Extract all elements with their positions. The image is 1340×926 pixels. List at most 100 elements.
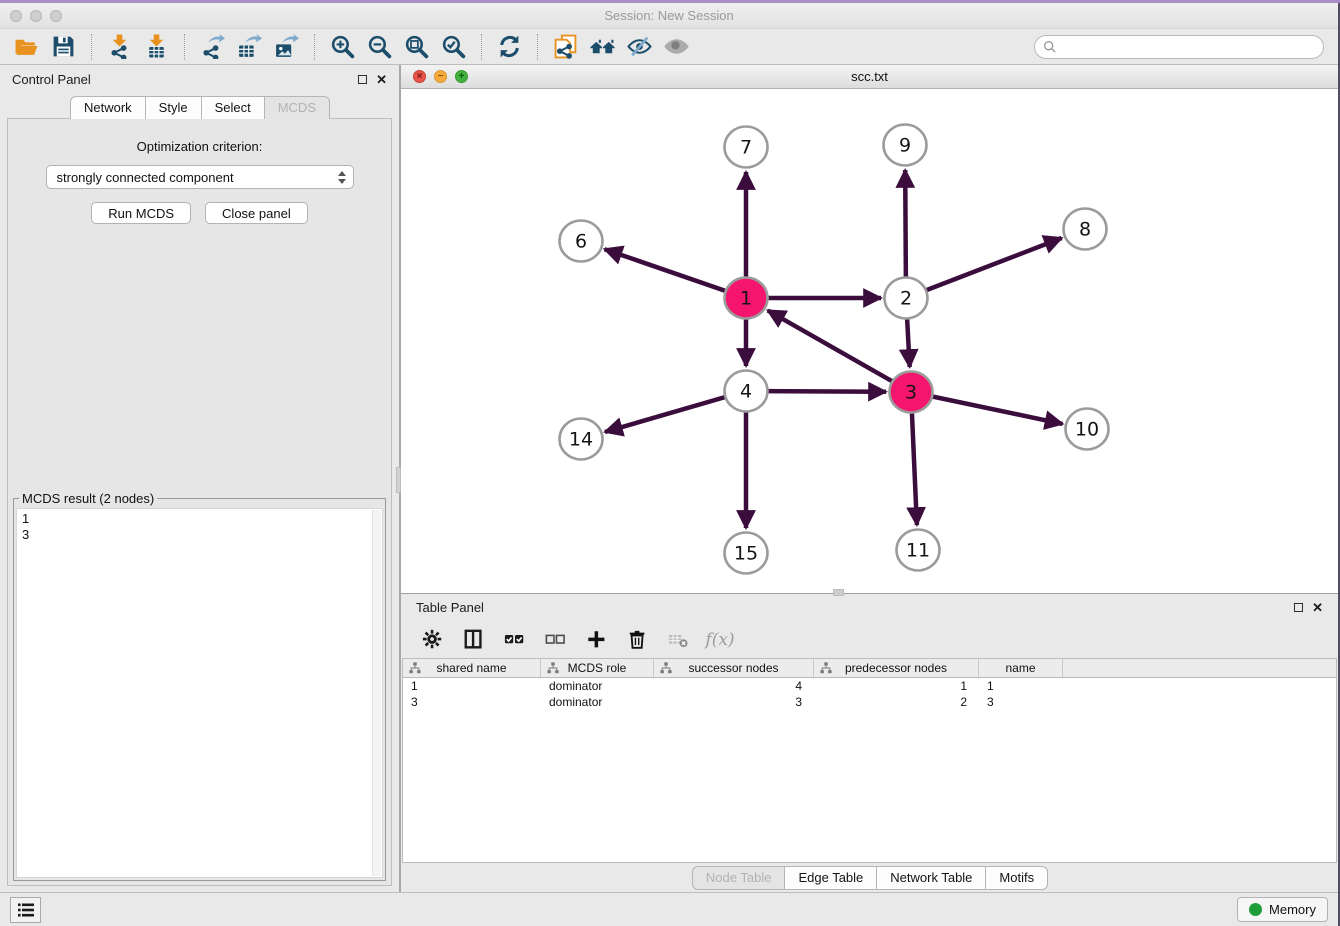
cell-name[interactable]: 1 [979,678,1063,694]
close-panel-icon[interactable]: ✕ [376,73,387,86]
control-tab-mcds[interactable]: MCDS [264,96,330,119]
zoom-fit-button[interactable] [398,32,435,62]
cell-shared-name[interactable]: 3 [403,694,541,710]
node-8[interactable]: 8 [1064,209,1107,250]
cell-predecessor-nodes[interactable]: 1 [814,678,979,694]
toolbar-separator [537,34,538,60]
zoom-out-button[interactable] [361,32,398,62]
control-tab-network[interactable]: Network [70,96,146,119]
criterion-select[interactable]: strongly connected component [46,165,354,189]
edge-3-1[interactable] [768,310,911,392]
import-table-button[interactable] [138,32,175,62]
first-neighbors-button[interactable] [584,32,621,62]
cell-successor-nodes[interactable]: 3 [654,694,814,710]
search-box[interactable] [1034,35,1324,59]
table-tabs: Node TableEdge TableNetwork TableMotifs [401,863,1338,892]
cell-name[interactable]: 3 [979,694,1063,710]
show-all-button[interactable] [658,32,695,62]
titlebar: Session: New Session [0,3,1338,28]
toolbar-group [547,32,695,62]
table-tab-motifs[interactable]: Motifs [985,866,1048,890]
table-tab-node-table[interactable]: Node Table [692,866,786,890]
window-title: Session: New Session [0,8,1338,23]
export-network-button[interactable] [194,32,231,62]
node-4[interactable]: 4 [725,371,768,412]
cell-MCDS-role[interactable]: dominator [541,678,654,694]
export-image-button[interactable] [268,32,305,62]
result-scrollbar[interactable] [372,510,381,876]
edge-3-10[interactable] [911,392,1063,424]
settings-button[interactable] [420,627,446,653]
split-view-button[interactable] [461,627,487,653]
network-canvas[interactable]: 1 2 3 4 6 7 8 9 10 11 14 15 [401,89,1338,593]
float-table-panel-icon[interactable] [1294,603,1303,612]
node-2[interactable]: 2 [885,278,928,319]
app-window: Session: New Session Control Panel ✕ Net… [0,3,1340,926]
node-7[interactable]: 7 [725,127,768,168]
search-input[interactable] [1057,37,1323,57]
node-label: 1 [740,288,752,310]
task-history-button[interactable] [10,897,41,923]
zoom-in-button[interactable] [324,32,361,62]
zoom-in-icon [330,34,355,59]
column-header-successor-nodes[interactable]: successor nodes [654,659,814,677]
cell-successor-nodes[interactable]: 4 [654,678,814,694]
close-panel-button[interactable]: Close panel [205,202,308,224]
function-builder-button[interactable]: f(x) [707,627,733,653]
node-10[interactable]: 10 [1066,409,1109,450]
delete-row-button[interactable] [625,627,651,653]
node-label: 6 [575,231,587,253]
node-15[interactable]: 15 [725,533,768,574]
zoom-selected-button[interactable] [435,32,472,62]
node-14[interactable]: 14 [560,419,603,460]
import-network-button[interactable] [101,32,138,62]
add-row-button[interactable] [584,627,610,653]
cell-shared-name[interactable]: 1 [403,678,541,694]
node-11[interactable]: 11 [897,530,940,571]
table-tab-edge-table[interactable]: Edge Table [784,866,877,890]
table-row[interactable]: 1dominator411 [403,678,1336,694]
node-1[interactable]: 1 [725,278,768,319]
cell-MCDS-role[interactable]: dominator [541,694,654,710]
float-panel-icon[interactable] [358,75,367,84]
column-header-predecessor-nodes[interactable]: predecessor nodes [814,659,979,677]
hide-selected-button[interactable] [621,32,658,62]
edge-2-8[interactable] [906,238,1062,298]
new-network-from-selection-button[interactable] [547,32,584,62]
run-mcds-button[interactable]: Run MCDS [91,202,191,224]
node-label: 11 [906,540,930,562]
save-session-button[interactable] [45,32,82,62]
deselect-all-button[interactable] [543,627,569,653]
delete-table-button[interactable] [666,627,692,653]
mcds-panel: Optimization criterion: strongly connect… [7,118,392,886]
status-bar: Memory [0,892,1338,926]
column-header-MCDS-role[interactable]: MCDS role [541,659,654,677]
splitter-handle[interactable] [396,467,401,493]
list-icon [17,902,35,918]
export-table-button[interactable] [231,32,268,62]
table-panel: Table Panel ✕ f(x) shared nameMCDS roles… [401,594,1338,892]
hide-selected-icon [627,34,652,59]
refresh-button[interactable] [491,32,528,62]
open-session-icon [14,34,39,59]
memory-button[interactable]: Memory [1237,897,1328,922]
view-splitter-knob[interactable] [833,589,844,596]
network-window: × − + scc.txt 1234678910111415 [401,65,1338,594]
control-tab-style[interactable]: Style [145,96,202,119]
mcds-result-textarea[interactable]: 1 3 [16,508,383,878]
node-3[interactable]: 3 [890,372,933,413]
node-9[interactable]: 9 [884,125,927,166]
toolbar-group [101,32,175,62]
table-row[interactable]: 3dominator323 [403,694,1336,710]
control-tab-select[interactable]: Select [201,96,265,119]
column-header-name[interactable]: name [979,659,1063,677]
node-6[interactable]: 6 [560,221,603,262]
open-session-button[interactable] [8,32,45,62]
zoom-selected-icon [441,34,466,59]
table-tab-network-table[interactable]: Network Table [876,866,986,890]
export-network-icon [200,34,225,59]
select-all-button[interactable] [502,627,528,653]
close-table-panel-icon[interactable]: ✕ [1312,601,1323,614]
column-header-shared-name[interactable]: shared name [403,659,541,677]
cell-predecessor-nodes[interactable]: 2 [814,694,979,710]
